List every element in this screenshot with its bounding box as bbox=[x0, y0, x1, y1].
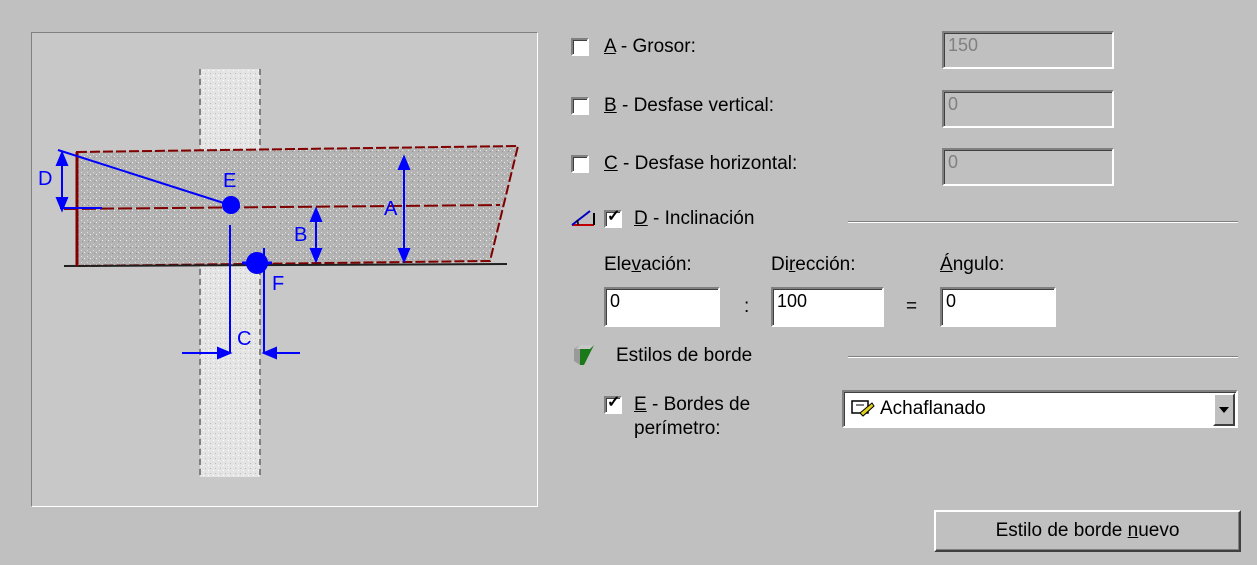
edge-style-dropdown[interactable]: Achaflanado bbox=[842, 390, 1238, 428]
thickness-field[interactable]: 150 bbox=[942, 31, 1114, 69]
horizontal-offset-field[interactable]: 0 bbox=[942, 148, 1114, 186]
diagram-label-f: F bbox=[272, 273, 284, 295]
edge-style-selected: Achaflanado bbox=[880, 398, 986, 419]
inclination-separator bbox=[848, 221, 1238, 223]
direction-input[interactable]: 100 bbox=[771, 287, 884, 327]
preview-diagram: D E A B F C bbox=[31, 32, 538, 507]
chevron-down-icon[interactable] bbox=[1213, 393, 1235, 426]
vertical-offset-checkbox[interactable] bbox=[571, 97, 589, 115]
horizontal-offset-checkbox[interactable] bbox=[571, 155, 589, 173]
diagram-label-d: D bbox=[38, 168, 52, 190]
horizontal-offset-label: C - Desfase horizontal: bbox=[604, 153, 798, 174]
paint-icon bbox=[850, 397, 876, 421]
new-edge-style-button[interactable]: Estilo de borde nuevo bbox=[934, 510, 1241, 552]
angle-input[interactable]: 0 bbox=[940, 287, 1056, 327]
diagram-label-a: A bbox=[384, 198, 398, 220]
angle-label: Ángulo: bbox=[940, 254, 1005, 275]
inclination-label: D - Inclinación bbox=[634, 208, 755, 229]
slab-diagram-svg: D E A B F C bbox=[38, 69, 520, 477]
thickness-checkbox[interactable] bbox=[571, 38, 589, 56]
edge-styles-label: Estilos de borde bbox=[616, 345, 753, 366]
diagram-label-c: C bbox=[237, 328, 251, 350]
edge-style-icon bbox=[572, 343, 596, 367]
direction-label: Dirección: bbox=[771, 254, 856, 275]
perimeter-edges-checkbox[interactable]: ✓ bbox=[604, 394, 622, 414]
vertical-offset-label: B - Desfase vertical: bbox=[604, 95, 775, 116]
diagram-label-e: E bbox=[223, 170, 236, 192]
inclination-icon bbox=[570, 205, 598, 229]
perimeter-edges-label: E - Bordes de perímetro: bbox=[634, 394, 751, 439]
thickness-label: A - Grosor: bbox=[604, 36, 696, 57]
diagram-label-b: B bbox=[294, 224, 307, 246]
equals-separator: = bbox=[906, 296, 918, 317]
colon-separator: : bbox=[744, 296, 750, 317]
edge-styles-separator bbox=[848, 356, 1238, 358]
vertical-offset-field[interactable]: 0 bbox=[942, 90, 1114, 128]
elevation-label: Elevación: bbox=[604, 254, 692, 275]
elevation-input[interactable]: 0 bbox=[604, 287, 720, 327]
inclination-checkbox[interactable]: ✓ bbox=[604, 208, 622, 228]
